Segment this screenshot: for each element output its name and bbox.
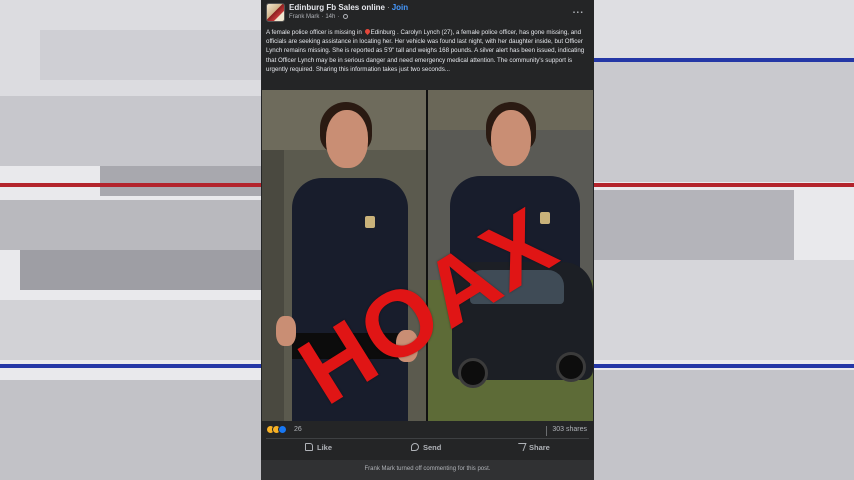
comments-disabled-notice: Frank Mark turned off commenting for thi… <box>261 460 594 480</box>
dot-separator: · <box>321 14 324 21</box>
background-panel <box>594 370 854 480</box>
background-panel <box>0 96 261 166</box>
pin-icon <box>363 27 371 36</box>
page-avatar-icon[interactable] <box>266 3 285 22</box>
globe-icon <box>343 14 349 19</box>
background-panel <box>0 380 261 480</box>
reaction-count[interactable]: 26 <box>294 426 302 433</box>
like-label: Like <box>317 443 333 452</box>
page-line: Edinburg Fb Sales online · Join <box>289 3 408 12</box>
divider <box>546 426 547 436</box>
post-photos[interactable]: HOAX <box>262 90 593 421</box>
share-button[interactable]: Share <box>515 443 550 452</box>
author-name[interactable]: Frank Mark <box>289 14 319 20</box>
like-button[interactable]: Like <box>305 443 332 452</box>
background-panel <box>100 166 261 196</box>
photo-doorframe <box>262 150 284 421</box>
police-badge <box>365 216 375 228</box>
suv-wheel <box>458 358 488 388</box>
send-button[interactable]: Send <box>411 443 441 452</box>
blue-stripe <box>594 58 854 62</box>
post-header: Edinburg Fb Sales online · Join Frank Mark… <box>261 0 594 26</box>
officer-face <box>326 110 368 168</box>
post-time[interactable]: 14h <box>325 14 335 20</box>
join-link[interactable]: Join <box>392 3 408 12</box>
background-panel <box>0 200 261 250</box>
thumb-up-icon <box>305 443 313 451</box>
send-icon <box>411 443 419 451</box>
background-panel <box>594 260 854 360</box>
facebook-post: Edinburg Fb Sales online · Join Frank Mark… <box>261 0 594 480</box>
officer-face <box>491 110 531 166</box>
dot-separator: · <box>337 14 340 21</box>
post-text-start: A female police officer is missing in <box>266 29 364 36</box>
more-options-button[interactable]: ... <box>573 5 584 16</box>
background-panel <box>594 62 854 182</box>
divider <box>266 438 589 439</box>
share-label: Share <box>529 443 550 452</box>
suv-wheel <box>556 352 586 382</box>
background-panel <box>0 300 261 360</box>
post-text: A female police officer is missing in Ed… <box>266 27 589 74</box>
share-count[interactable]: 303 shares <box>552 426 587 433</box>
background-panel <box>20 250 261 290</box>
reactions-bar: 26 303 shares <box>261 422 594 438</box>
post-meta: Frank Mark · 14h · <box>289 14 349 21</box>
dot-separator: · <box>387 3 390 12</box>
background-panel <box>594 190 794 260</box>
background-panel <box>594 0 854 60</box>
share-arrow-icon <box>515 443 527 451</box>
page-name-link[interactable]: Edinburg Fb Sales online <box>289 3 385 12</box>
like-reaction-icon <box>278 425 287 434</box>
post-actions: Like Send Share <box>261 440 594 457</box>
send-label: Send <box>423 443 442 452</box>
background-panel <box>40 30 261 80</box>
